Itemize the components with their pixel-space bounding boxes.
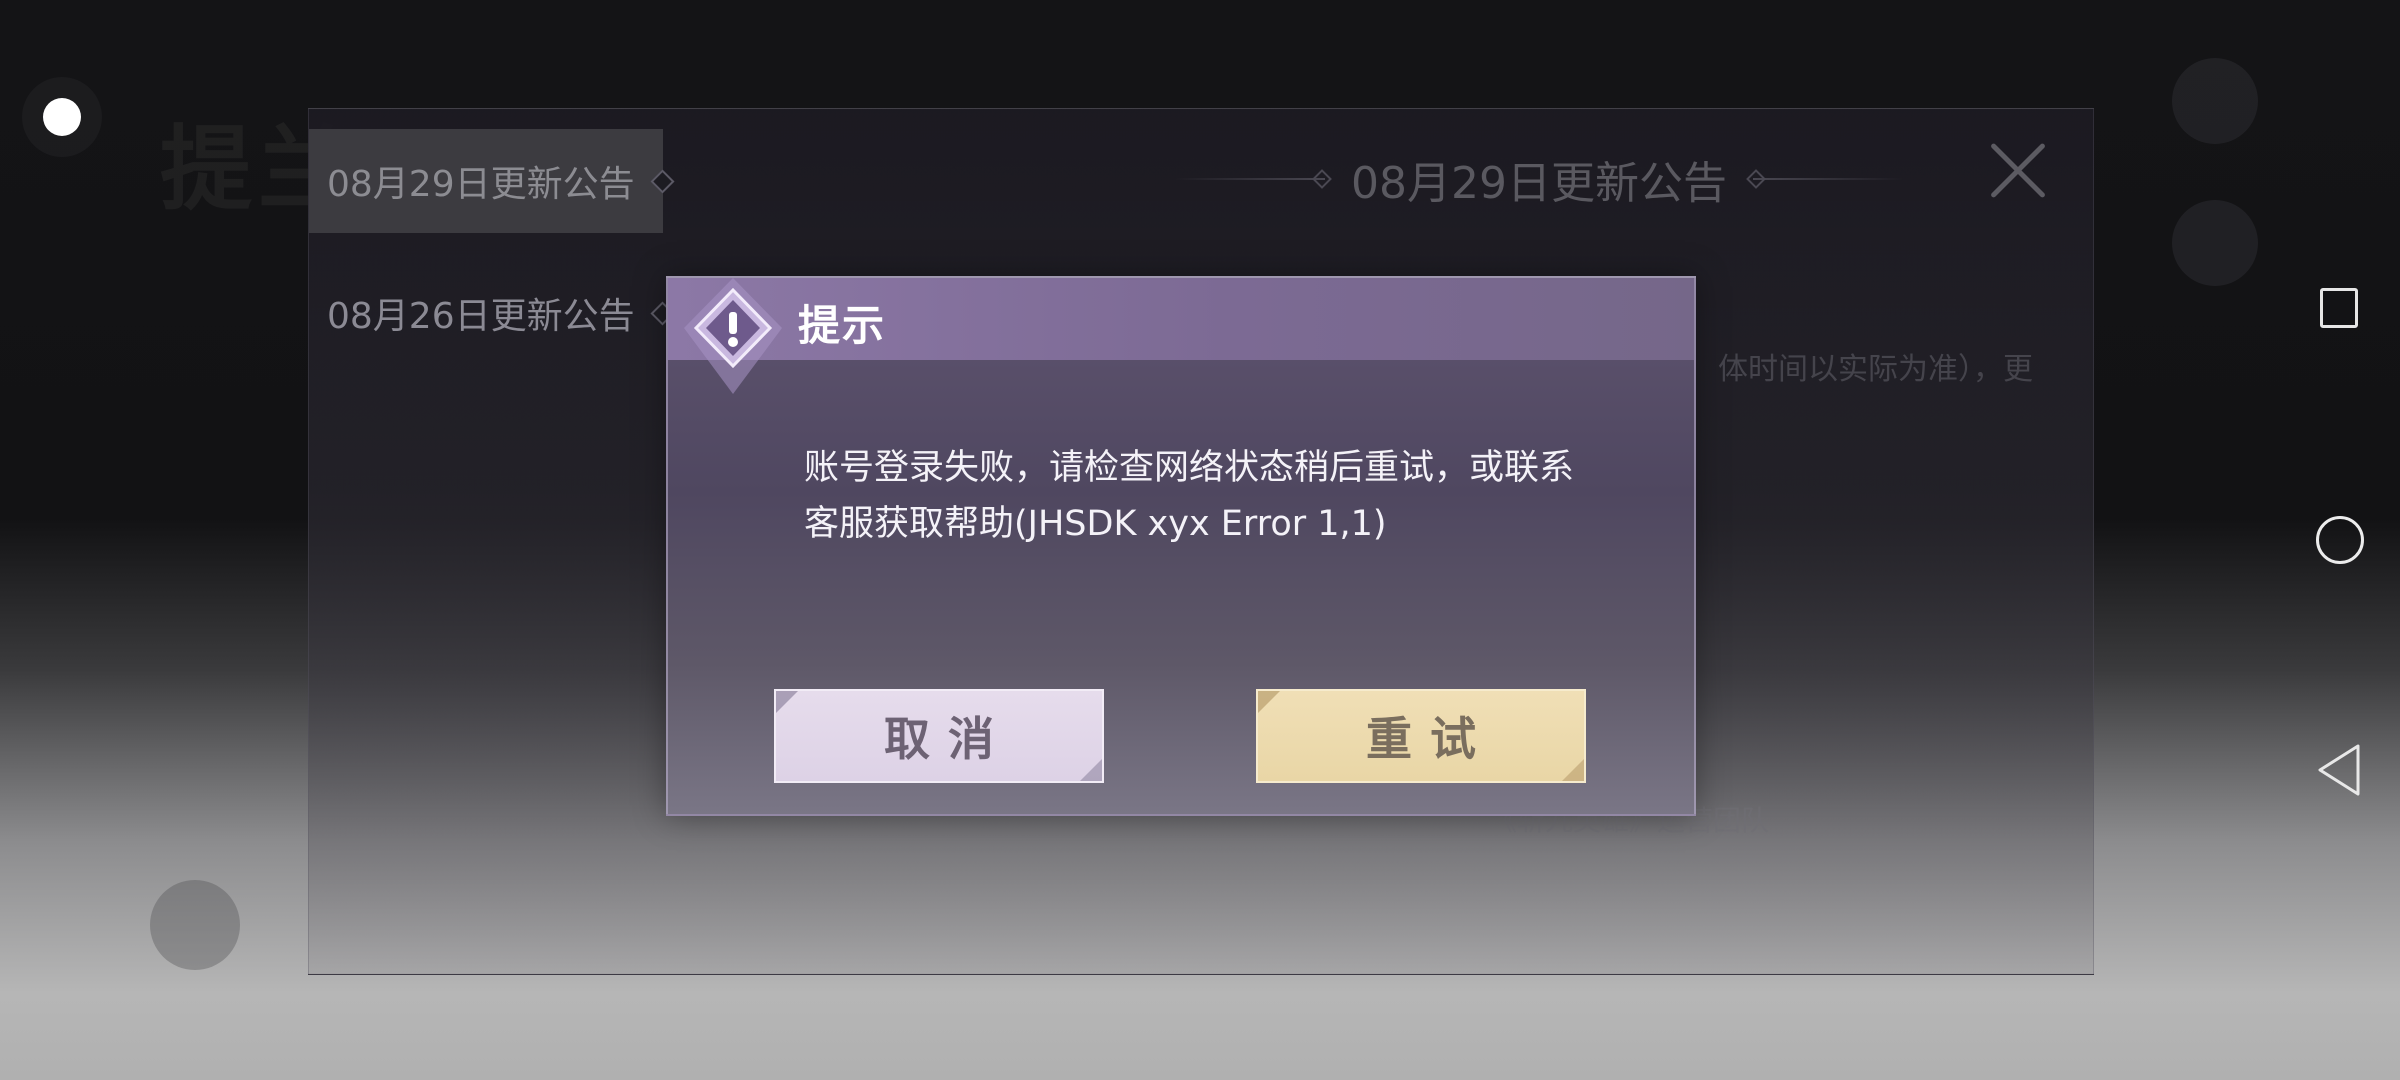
home-circle-icon[interactable]: [2310, 510, 2370, 570]
retry-button[interactable]: 重试: [1256, 689, 1586, 783]
announcement-body-text: 体时间以实际为准），更: [1718, 352, 2033, 387]
error-dialog: 提示 账号登录失败，请检查网络状态稍后重试，或联系 客服获取帮助(JHSDK x…: [666, 276, 1696, 816]
background-vehicle-icon: [2172, 200, 2258, 286]
recents-square-icon[interactable]: [2310, 280, 2370, 340]
dialog-title: 提示: [798, 301, 887, 350]
cancel-button[interactable]: 取消: [774, 689, 1104, 783]
tab-diamond-icon: [650, 169, 675, 194]
background-avatar-icon: [2172, 58, 2258, 144]
tab-announcement-0829[interactable]: 08月29日更新公告: [309, 129, 675, 233]
announcement-title: 08月29日更新公告: [1351, 158, 1727, 209]
tab-label: 08月29日更新公告: [327, 164, 635, 205]
announcement-header: 08月29日更新公告: [989, 149, 2089, 209]
tab-label: 08月26日更新公告: [327, 296, 635, 337]
header-divider-left: [1175, 178, 1325, 180]
background-glow: [150, 880, 240, 970]
dialog-message-line-2: 客服获取帮助(JHSDK xyx Error 1,1): [804, 504, 1387, 544]
floating-assistive-button[interactable]: [22, 77, 102, 157]
tab-announcement-0826[interactable]: 08月26日更新公告: [309, 261, 675, 365]
dialog-message-line-1: 账号登录失败，请检查网络状态稍后重试，或联系: [804, 448, 1575, 488]
exclamation-diamond-icon: [678, 276, 782, 394]
dialog-message: 账号登录失败，请检查网络状态稍后重试，或联系 客服获取帮助(JHSDK xyx …: [804, 440, 1604, 552]
back-triangle-icon[interactable]: [2310, 740, 2370, 800]
close-icon[interactable]: [1987, 139, 2049, 201]
header-divider-right: [1752, 178, 1903, 180]
dialog-header: 提示: [668, 278, 1694, 394]
